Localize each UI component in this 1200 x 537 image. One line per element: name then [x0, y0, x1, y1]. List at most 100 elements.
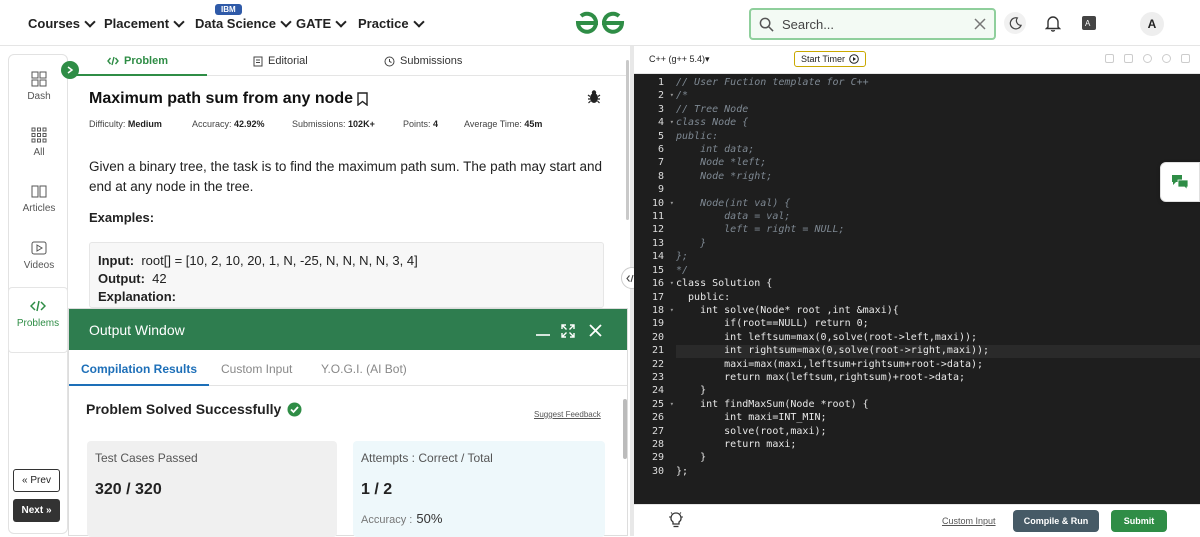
tab-compilation-results[interactable]: Compilation Results [81, 362, 197, 376]
code-line[interactable]: }; [676, 250, 989, 263]
fold-arrow-icon[interactable]: ▾ [670, 304, 674, 317]
code-line[interactable]: } [676, 451, 989, 464]
lightbulb-icon[interactable] [668, 511, 684, 529]
code-line[interactable] [676, 183, 989, 196]
example-explanation: Explanation: [98, 288, 595, 306]
bookmark-icon[interactable] [357, 92, 368, 106]
rail-item-label: All [33, 147, 45, 158]
code-line[interactable]: */ [676, 264, 989, 277]
prev-button[interactable]: « Prev [13, 469, 60, 492]
code-line[interactable]: // User Fuction template for C++ [676, 76, 989, 89]
code-line[interactable]: } [676, 237, 989, 250]
svg-text:A: A [1085, 19, 1091, 28]
start-timer-button[interactable]: Start Timer [794, 51, 867, 67]
download-icon[interactable] [1124, 54, 1133, 63]
rail-item-videos[interactable]: Videos [9, 240, 69, 271]
clear-icon[interactable] [974, 18, 986, 30]
nav-placement[interactable]: Placement [104, 15, 185, 31]
code-line[interactable]: solve(root,maxi); [676, 425, 989, 438]
fold-arrow-icon[interactable]: ▾ [670, 89, 674, 102]
chat-button[interactable] [1160, 162, 1200, 202]
bell-icon [1045, 15, 1061, 32]
code-line[interactable]: public: [676, 130, 989, 143]
code-lines[interactable]: // User Fuction template for C++/*// Tre… [676, 76, 989, 478]
expand-icon[interactable] [561, 324, 575, 338]
fullscreen-icon[interactable] [1181, 54, 1190, 63]
translate-icon: A [1082, 16, 1096, 30]
code-line[interactable]: return max(leftsum,rightsum)+root->data; [676, 371, 989, 384]
language-select[interactable]: C++ (g++ 5.4)▾ [649, 54, 710, 65]
nav-practice[interactable]: Practice [358, 15, 425, 31]
code-line[interactable]: }; [676, 465, 989, 478]
code-line[interactable]: // Tree Node [676, 103, 989, 116]
code-line[interactable]: if(root==NULL) return 0; [676, 317, 989, 330]
fold-arrow-icon[interactable]: ▾ [670, 116, 674, 129]
nav-courses-label: Courses [28, 16, 81, 31]
tab-problem[interactable]: Problem [107, 55, 168, 67]
custom-input-link[interactable]: Custom Input [942, 516, 996, 526]
nav-gate[interactable]: GATE [296, 15, 347, 31]
copy-icon[interactable] [1105, 54, 1114, 63]
translate-button[interactable]: A [1079, 13, 1099, 33]
bug-report-icon[interactable] [587, 89, 601, 104]
search-box[interactable] [749, 8, 996, 40]
compile-run-button[interactable]: Compile & Run [1013, 510, 1099, 532]
nav-courses[interactable]: Courses [28, 15, 96, 31]
tab-submissions[interactable]: Submissions [384, 55, 462, 67]
code-line[interactable]: int leftsum=max(0,solve(root->left,maxi)… [676, 331, 989, 344]
code-line[interactable]: int solve(Node* root ,int &maxi){ [676, 304, 989, 317]
rail-item-dash[interactable]: Dash [9, 71, 69, 102]
code-line[interactable]: } [676, 384, 989, 397]
problem-scrollbar[interactable] [626, 60, 629, 220]
code-line[interactable]: Node *right; [676, 170, 989, 183]
meta-average-time: Average Time: 45m [464, 119, 542, 129]
close-icon[interactable] [589, 324, 602, 337]
notification-button[interactable] [1043, 13, 1063, 33]
reset-icon[interactable] [1162, 54, 1171, 63]
code-editor[interactable]: 1 2 ▾ 3 4 ▾ 5 6 7 8 9 10 ▾ 11 12 13 14 15 16 ▾ 17 18 ▾ 19 20 21 22… [634, 74, 1200, 504]
suggest-feedback-link[interactable]: Suggest Feedback [534, 410, 601, 419]
tab-custom-input[interactable]: Custom Input [221, 362, 292, 376]
gfg-logo[interactable] [572, 9, 628, 37]
code-line[interactable]: Node *left; [676, 156, 989, 169]
code-line[interactable]: /* [676, 89, 989, 102]
example-input: Input: root[] = [10, 2, 10, 20, 1, N, -2… [98, 252, 595, 270]
rail-item-articles[interactable]: Articles [9, 183, 69, 214]
editor-footer: Custom Input Compile & Run Submit [634, 504, 1200, 536]
submit-button[interactable]: Submit [1111, 510, 1167, 532]
code-line[interactable]: int findMaxSum(Node *root) { [676, 398, 989, 411]
code-line[interactable]: return maxi; [676, 438, 989, 451]
fold-arrow-icon[interactable]: ▾ [670, 277, 674, 290]
avatar[interactable]: A [1140, 12, 1164, 36]
minimize-icon[interactable] [535, 325, 551, 337]
code-line[interactable]: maxi=max(maxi,leftsum+rightsum+root->dat… [676, 358, 989, 371]
search-input[interactable] [782, 16, 974, 32]
code-line[interactable]: class Solution { [676, 277, 989, 290]
output-scrollbar[interactable] [623, 399, 627, 459]
moon-icon [1009, 16, 1022, 29]
code-line[interactable]: public: [676, 291, 989, 304]
code-line[interactable]: left = right = NULL; [676, 223, 989, 236]
tab-editorial[interactable]: Editorial [253, 55, 308, 67]
test-cases-value: 320 / 320 [95, 481, 162, 498]
rail-item-problems[interactable]: Problems [8, 287, 68, 353]
code-icon [30, 300, 46, 312]
code-line[interactable]: Node(int val) { [676, 197, 989, 210]
code-line[interactable]: int maxi=INT_MIN; [676, 411, 989, 424]
code-line[interactable]: data = val; [676, 210, 989, 223]
tab-yogi-ai-bot[interactable]: Y.O.G.I. (AI Bot) [321, 362, 407, 376]
rail-item-label: Dash [27, 91, 51, 102]
nav-data-science[interactable]: Data Science [195, 15, 292, 31]
line-number: 26 [651, 412, 664, 424]
test-cases-label: Test Cases Passed [95, 451, 198, 465]
code-line[interactable]: class Node { [676, 116, 989, 129]
next-button[interactable]: Next » [13, 499, 60, 522]
fold-arrow-icon[interactable]: ▾ [670, 398, 674, 411]
code-line[interactable]: int rightsum=max(0,solve(root->right,max… [676, 344, 989, 357]
code-line[interactable]: int data; [676, 143, 989, 156]
document-icon [253, 56, 263, 66]
settings-icon[interactable] [1143, 54, 1152, 63]
dark-mode-toggle[interactable] [1004, 12, 1026, 34]
fold-arrow-icon[interactable]: ▾ [670, 197, 674, 210]
rail-item-all[interactable]: All [9, 127, 69, 158]
